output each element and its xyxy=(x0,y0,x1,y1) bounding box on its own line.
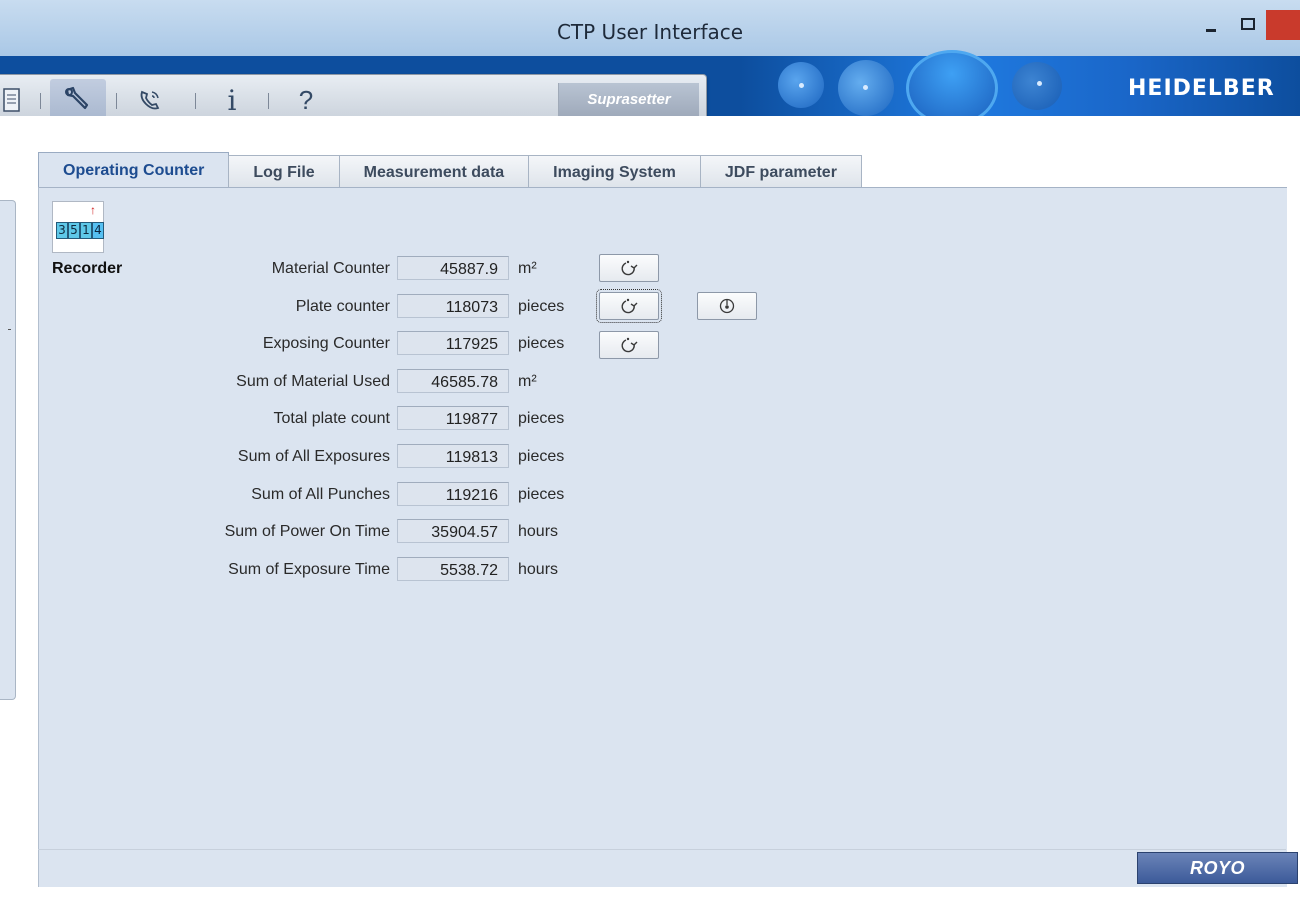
phone-service-icon[interactable] xyxy=(130,81,170,119)
tab-measurement-data[interactable]: Measurement data xyxy=(338,155,530,189)
reset-icon xyxy=(621,298,638,314)
brand-logo: HEIDELBER xyxy=(1128,76,1275,101)
counter-value: 46585.78 xyxy=(397,369,509,393)
reset-exposing-counter-button[interactable] xyxy=(599,331,659,359)
counter-digit: 3 xyxy=(56,222,68,239)
counter-row-sum-exposures: Sum of All Exposures 119813 pieces xyxy=(0,444,564,472)
product-label: Suprasetter xyxy=(558,83,699,117)
header-orb-icon xyxy=(1012,62,1062,110)
counter-label: Total plate count xyxy=(273,410,390,427)
counter-row-plate: Plate counter 118073 pieces xyxy=(0,294,564,322)
minimize-button[interactable] xyxy=(1196,10,1226,38)
window-title: CTP User Interface xyxy=(556,20,744,44)
counter-label: Exposing Counter xyxy=(262,335,390,352)
counter-unit: pieces xyxy=(518,448,565,465)
tab-operating-counter[interactable]: Operating Counter xyxy=(38,152,230,189)
window-titlebar: CTP User Interface xyxy=(0,0,1300,56)
side-panel-mark xyxy=(8,329,11,330)
toolbar-separator xyxy=(195,93,196,109)
counter-value: 118073 xyxy=(397,294,509,318)
counter-unit: hours xyxy=(518,561,559,578)
info-icon[interactable]: i xyxy=(220,81,244,119)
header-orb-icon xyxy=(906,50,998,126)
watermark: ROYO MACHINERY xyxy=(1137,852,1298,908)
counter-label: Sum of Power On Time xyxy=(224,523,390,540)
counter-value: 5538.72 xyxy=(397,557,509,581)
cycle-icon xyxy=(719,298,735,314)
toolbar-separator xyxy=(268,93,269,109)
counter-unit: pieces xyxy=(518,298,565,315)
header-orb-icon xyxy=(838,60,894,116)
counter-row-total-plate: Total plate count 119877 pieces xyxy=(0,406,564,434)
counter-row-exposure-time: Sum of Exposure Time 5538.72 hours xyxy=(0,557,558,585)
tab-log-file[interactable]: Log File xyxy=(228,155,340,189)
reset-icon xyxy=(621,260,638,276)
counter-row-sum-punches: Sum of All Punches 119216 pieces xyxy=(0,482,564,510)
counter-digit: 5 xyxy=(68,222,80,239)
counter-row-material: Material Counter 45887.9 m² xyxy=(0,256,537,284)
counter-row-sum-material: Sum of Material Used 46585.78 m² xyxy=(0,369,537,397)
reset-material-counter-button[interactable] xyxy=(599,254,659,282)
counter-label: Material Counter xyxy=(271,260,390,277)
counter-unit: pieces xyxy=(518,335,565,352)
wrench-icon[interactable] xyxy=(50,79,106,119)
plate-counter-details-button[interactable] xyxy=(697,292,757,320)
tab-imaging-system[interactable]: Imaging System xyxy=(528,155,701,189)
toolbar-separator xyxy=(116,93,117,109)
counter-unit: m² xyxy=(518,373,537,390)
counter-value: 119877 xyxy=(397,406,509,430)
counter-label: Plate counter xyxy=(295,298,390,315)
tab-bar: Operating Counter Log File Measurement d… xyxy=(38,152,862,189)
counter-row-exposing: Exposing Counter 117925 pieces xyxy=(0,331,564,359)
reset-icon xyxy=(621,337,638,353)
arrow-up-icon: ↑ xyxy=(90,203,96,217)
documents-icon[interactable] xyxy=(0,81,22,119)
counter-digit: 1 xyxy=(80,222,92,239)
counter-label: Sum of Material Used xyxy=(236,373,390,390)
counter-digit: 4 xyxy=(92,222,104,239)
reset-plate-counter-button[interactable] xyxy=(596,289,662,323)
counter-label: Sum of All Punches xyxy=(251,486,390,503)
counter-unit: hours xyxy=(518,523,559,540)
counter-digits: 3 5 1 4 xyxy=(56,222,104,239)
counter-value: 119216 xyxy=(397,482,509,506)
close-button[interactable] xyxy=(1266,10,1300,40)
counter-label: Sum of All Exposures xyxy=(237,448,390,465)
status-divider xyxy=(38,849,1286,850)
help-icon[interactable]: ? xyxy=(292,81,320,119)
header-orb-icon xyxy=(778,62,824,108)
maximize-button[interactable] xyxy=(1232,10,1262,38)
counter-unit: pieces xyxy=(518,486,565,503)
counter-value: 35904.57 xyxy=(397,519,509,543)
counter-value: 119813 xyxy=(397,444,509,468)
counter-value: 117925 xyxy=(397,331,509,355)
toolbar-separator xyxy=(40,93,41,109)
counter-unit: m² xyxy=(518,260,537,277)
counter-value: 45887.9 xyxy=(397,256,509,280)
counter-row-power-on-time: Sum of Power On Time 35904.57 hours xyxy=(0,519,558,547)
tab-jdf-parameter[interactable]: JDF parameter xyxy=(699,155,862,189)
counter-icon: ↑ 3 5 1 4 xyxy=(52,201,104,253)
counter-unit: pieces xyxy=(518,410,565,427)
counter-label: Sum of Exposure Time xyxy=(228,561,390,578)
